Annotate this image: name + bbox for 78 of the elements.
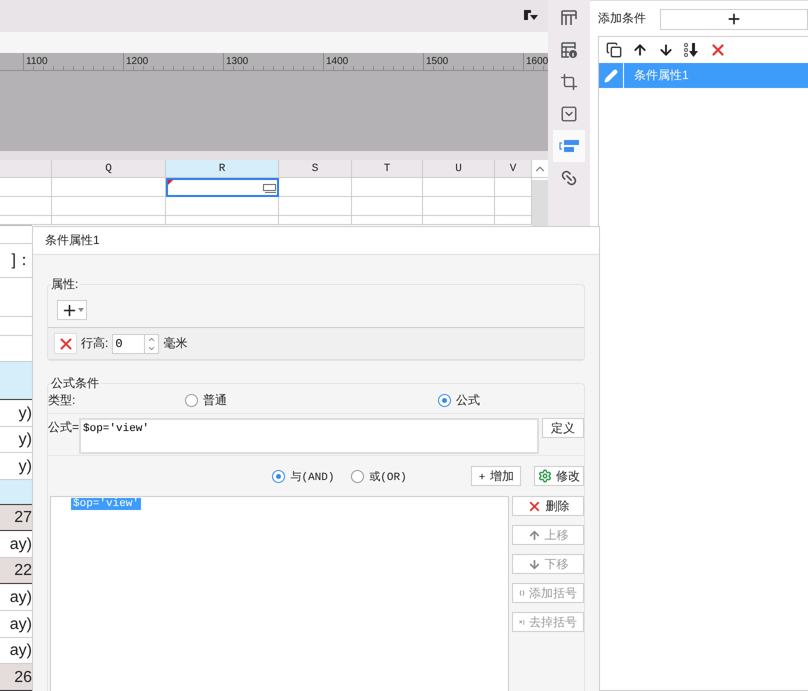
grid-cell[interactable] bbox=[52, 216, 166, 225]
grid-cell[interactable] bbox=[352, 197, 423, 216]
table-cell: 22 bbox=[0, 558, 32, 584]
add-button[interactable]: 增加 bbox=[471, 466, 521, 486]
grid-cell[interactable] bbox=[0, 178, 52, 198]
table-cell: 26 bbox=[0, 664, 32, 691]
cell-widget-icon bbox=[263, 184, 276, 194]
remove-button[interactable] bbox=[54, 333, 77, 354]
selected-cell[interactable] bbox=[166, 178, 279, 198]
modify-button[interactable]: 修改 bbox=[534, 466, 584, 486]
ruler-label: 1500 bbox=[425, 55, 448, 68]
formula-label: 公式= bbox=[48, 419, 78, 436]
radio-option[interactable]: 或(OR) bbox=[351, 468, 471, 484]
spinner-arrows[interactable] bbox=[145, 334, 160, 354]
grid-cell[interactable] bbox=[279, 216, 352, 225]
type-label: 类型: bbox=[48, 392, 76, 409]
grid-cell[interactable] bbox=[279, 197, 352, 216]
grid-cell[interactable] bbox=[495, 197, 532, 216]
ruler-label: 1300 bbox=[225, 55, 248, 68]
ruler-label: 1400 bbox=[325, 55, 348, 68]
ruler-label: 1200 bbox=[125, 55, 148, 68]
table-cell bbox=[0, 480, 32, 505]
arrow-down-icon bbox=[658, 42, 674, 58]
plus-icon bbox=[726, 11, 742, 27]
table-cell bbox=[0, 362, 32, 400]
copy-button[interactable] bbox=[605, 41, 623, 59]
grid-cell[interactable] bbox=[423, 197, 495, 216]
grid-cell[interactable] bbox=[0, 216, 52, 225]
define-button[interactable]: 定义 bbox=[542, 418, 584, 438]
grid-cell[interactable] bbox=[495, 216, 532, 225]
group-legend: 属性: bbox=[51, 277, 80, 291]
ruler-label: 1600 bbox=[525, 55, 548, 68]
caret-icon bbox=[78, 308, 84, 312]
grid-cell[interactable] bbox=[423, 216, 495, 225]
gear-icon bbox=[538, 469, 552, 483]
corner-mark-icon bbox=[168, 180, 173, 186]
radio-option[interactable]: 与(AND) bbox=[272, 468, 352, 484]
grid-cell[interactable] bbox=[279, 178, 352, 198]
unit-label: 毫米 bbox=[163, 335, 188, 352]
tool-tab[interactable] bbox=[553, 130, 585, 162]
property-label: 行高: bbox=[81, 335, 108, 352]
arrow-down-icon bbox=[528, 558, 540, 570]
scrollbar-track[interactable] bbox=[532, 180, 548, 226]
action-button[interactable]: 删除 bbox=[512, 496, 584, 516]
scroll-up-button[interactable] bbox=[532, 160, 548, 178]
add-condition-label: 添加条件 bbox=[598, 10, 646, 27]
dock-menu-icon[interactable] bbox=[524, 10, 538, 22]
grid-cell[interactable] bbox=[52, 178, 166, 198]
table-cell: 27 bbox=[0, 504, 32, 531]
grid-cell[interactable] bbox=[52, 197, 166, 216]
column-header[interactable]: R bbox=[166, 160, 279, 178]
number-field[interactable]: 0 bbox=[112, 334, 146, 354]
arrow-up-icon bbox=[528, 528, 540, 542]
dialog-title: 条件属性1 bbox=[33, 227, 599, 255]
add-button[interactable] bbox=[660, 8, 808, 30]
grid-cell[interactable] bbox=[352, 178, 423, 198]
condition-bars-icon bbox=[559, 139, 579, 153]
frame-icon bbox=[560, 73, 578, 91]
grid-cell[interactable] bbox=[423, 178, 495, 198]
arrow-up-icon bbox=[632, 42, 648, 58]
grid-cell[interactable] bbox=[166, 197, 279, 216]
move-bottom-icon bbox=[683, 41, 701, 59]
grid-cell[interactable] bbox=[495, 178, 532, 198]
grid-cell[interactable] bbox=[352, 216, 423, 225]
move-bottom-button[interactable] bbox=[683, 41, 701, 59]
grid-icon bbox=[560, 9, 578, 27]
ruler-label: 1100 bbox=[25, 55, 48, 68]
formula-field[interactable]: $op='view' bbox=[79, 418, 540, 454]
radio-option[interactable]: 公式 bbox=[438, 388, 480, 409]
pencil-icon bbox=[604, 68, 618, 82]
radio-option[interactable]: 普通 bbox=[185, 388, 438, 409]
grid-cell[interactable] bbox=[0, 197, 52, 216]
dropdown-box-icon bbox=[560, 105, 578, 123]
copy-icon bbox=[606, 42, 622, 58]
grid-cell[interactable] bbox=[166, 216, 279, 225]
table-info-icon bbox=[560, 41, 578, 59]
add-property-button[interactable] bbox=[57, 300, 87, 320]
group-legend: 公式条件 bbox=[51, 376, 101, 390]
